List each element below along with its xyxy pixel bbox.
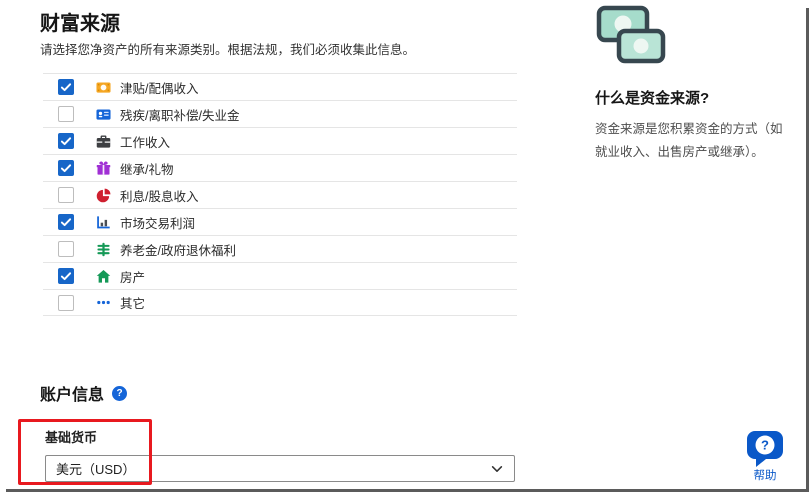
checkbox-unchecked[interactable]	[58, 295, 74, 311]
sow-list-item[interactable]: 继承/礼物	[43, 154, 517, 181]
banknotes-illustration-icon	[595, 5, 669, 67]
info-heading: 什么是资金来源?	[595, 87, 791, 108]
sow-list-item[interactable]: 市场交易利润	[43, 208, 517, 235]
page-title: 财富来源	[40, 7, 120, 36]
checkbox-unchecked[interactable]	[58, 241, 74, 257]
sow-item-label: 残疾/离职补偿/失业金	[120, 105, 239, 124]
sow-list-item[interactable]: 残疾/离职补偿/失业金	[43, 100, 517, 127]
page-subtitle: 请选择您净资产的所有来源类别。根据法规，我们必须收集此信息。	[40, 39, 415, 58]
account-info-header: 账户信息 ?	[40, 381, 127, 405]
screenshot-frame-bottom	[6, 489, 809, 492]
sow-item-label: 工作收入	[120, 132, 170, 151]
info-body: 资金来源是您积累资金的方式（如就业收入、出售房产或继承）。	[595, 118, 791, 164]
id-card-icon	[96, 107, 111, 122]
account-info-help-icon[interactable]: ?	[112, 386, 127, 401]
pie-chart-icon	[96, 188, 111, 203]
base-currency-label: 基础货币	[45, 427, 97, 446]
sow-list-item[interactable]: 养老金/政府退休福利	[43, 235, 517, 262]
sow-item-label: 继承/礼物	[120, 159, 173, 178]
checkbox-checked[interactable]	[58, 214, 74, 230]
gift-icon	[96, 161, 111, 176]
svg-text:?: ?	[761, 438, 769, 453]
sow-list-item[interactable]: 其它	[43, 289, 517, 316]
sow-item-label: 房产	[120, 267, 145, 286]
bar-chart-icon	[96, 215, 111, 230]
help-button-label: 帮助	[742, 467, 788, 483]
sow-list-item[interactable]: 工作收入	[43, 127, 517, 154]
help-button[interactable]: ? 帮助	[742, 430, 788, 483]
source-of-wealth-list: 津贴/配偶收入残疾/离职补偿/失业金工作收入继承/礼物利息/股息收入市场交易利润…	[43, 73, 517, 316]
briefcase-icon	[96, 134, 111, 149]
sow-item-label: 其它	[120, 293, 145, 312]
sow-item-label: 津贴/配偶收入	[120, 78, 198, 97]
checkbox-checked[interactable]	[58, 133, 74, 149]
account-info-title: 账户信息	[40, 381, 104, 405]
sow-list-item[interactable]: 津贴/配偶收入	[43, 73, 517, 100]
sow-item-label: 利息/股息收入	[120, 186, 198, 205]
base-currency-value: 美元（USD）	[56, 459, 135, 478]
info-panel: 什么是资金来源? 资金来源是您积累资金的方式（如就业收入、出售房产或继承）。	[595, 5, 791, 164]
base-currency-select[interactable]: 美元（USD）	[45, 455, 515, 482]
screenshot-frame-right	[806, 8, 809, 491]
checkbox-checked[interactable]	[58, 160, 74, 176]
checkbox-unchecked[interactable]	[58, 106, 74, 122]
banknote-icon	[96, 80, 111, 95]
checkbox-unchecked[interactable]	[58, 187, 74, 203]
checkbox-checked[interactable]	[58, 268, 74, 284]
ellipsis-icon	[96, 295, 111, 310]
sow-list-item[interactable]: 房产	[43, 262, 517, 289]
help-bubble-icon: ?	[746, 430, 784, 467]
chevron-down-icon	[490, 462, 504, 476]
house-icon	[96, 269, 111, 284]
sow-item-label: 市场交易利润	[120, 213, 195, 232]
cash-stack-icon	[96, 242, 111, 257]
sow-list-item[interactable]: 利息/股息收入	[43, 181, 517, 208]
checkbox-checked[interactable]	[58, 79, 74, 95]
sow-item-label: 养老金/政府退休福利	[120, 240, 236, 259]
